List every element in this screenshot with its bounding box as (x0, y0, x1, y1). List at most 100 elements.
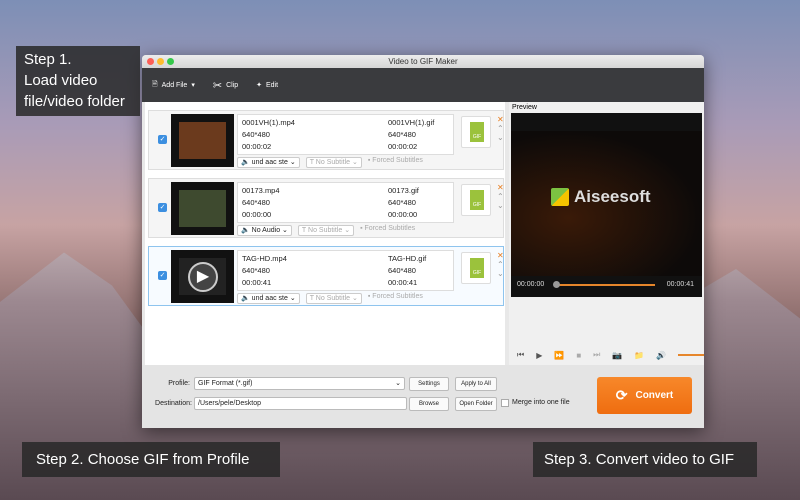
preview-label: Preview (512, 104, 537, 111)
edit-button[interactable]: ✦ Edit (256, 81, 279, 90)
snapshot-icon[interactable]: 📷 (612, 351, 622, 360)
brand-text: Aiseesoft (574, 187, 651, 206)
apply-to-all-button[interactable]: Apply to All (455, 377, 497, 391)
forced-subtitles-checkbox[interactable]: ▪ Forced Subtitles (368, 293, 423, 304)
aiseesoft-logo-icon (551, 188, 569, 206)
next-icon[interactable]: ⏭ (593, 350, 600, 360)
subtitle-select[interactable]: T No Subtitle ⌄ (297, 225, 355, 236)
seek-handle[interactable] (553, 281, 560, 288)
app-window: Video to GIF Maker 🗎 Add File ▾ ✂ Clip ✦ Edi… (142, 55, 704, 428)
scissors-icon: ✂ (212, 79, 223, 92)
file-info: 00173.mp4 640*480 00:00:00 00173.gif 640*48… (237, 182, 454, 223)
edit-label: Edit (266, 81, 279, 89)
merge-checkbox[interactable] (501, 399, 509, 407)
gif-file-icon: GIF (470, 190, 484, 210)
audio-track-value: und aac ste (251, 295, 288, 302)
file-info: 0001VH(1).mp4 640*480 00:00:02 0001VH(1).g… (237, 114, 454, 155)
window-title: Video to GIF Maker (388, 57, 458, 66)
file-row[interactable]: ✓ ▶ TAG-HD.mp4 640*480 00:00:41 TAG-HD.gif… (148, 246, 504, 306)
output-resolution: 640*480 (388, 198, 416, 207)
reorder-icon[interactable]: ⌃ ⌄ (497, 192, 504, 210)
output-name[interactable]: 00173.gif (388, 185, 419, 197)
playback-controls: ⏮ ▶ ⏩ ■ ⏭ 📷 📁 🔊 (517, 350, 704, 360)
forced-subtitles-label: Forced Subtitles (364, 225, 416, 232)
audio-track-select[interactable]: 🔈 und aac ste ⌄ (237, 157, 300, 168)
remove-file-icon[interactable]: ✕ ⌃ ⌄ (497, 115, 504, 142)
fast-forward-icon[interactable]: ⏩ (554, 351, 564, 360)
remove-file-icon[interactable]: ✕ ⌃ ⌄ (497, 251, 504, 278)
forced-subtitles-checkbox[interactable]: ▪ Forced Subtitles (368, 157, 423, 168)
title-bar: Video to GIF Maker (142, 55, 704, 68)
previous-icon[interactable]: ⏮ (517, 350, 524, 360)
stop-icon[interactable]: ■ (576, 351, 581, 360)
total-time: 00:00:41 (666, 281, 694, 288)
volume-slider[interactable] (678, 354, 704, 356)
merge-label: Merge into one file (512, 399, 570, 406)
settings-button[interactable]: Settings (409, 377, 449, 391)
destination-label: Destination: (155, 400, 192, 407)
file-row[interactable]: ✓ 00173.mp4 640*480 00:00:00 00173.gif 640*… (148, 178, 504, 238)
current-time: 00:00:00 (517, 281, 545, 288)
subtitle-select[interactable]: T No Subtitle ⌄ (305, 293, 362, 304)
chevron-down-icon: ⌄ (395, 380, 401, 387)
play-icon[interactable]: ▶ (536, 351, 542, 360)
step1-annotation: Step 1. Load video file/video folder (16, 46, 140, 116)
video-thumbnail: ▶ (171, 250, 234, 303)
output-format-button[interactable]: GIF (461, 252, 491, 284)
reorder-icon[interactable]: ⌃ ⌄ (497, 260, 504, 278)
zoom-window-button[interactable] (167, 58, 174, 65)
output-settings: Profile: GIF Format (*.gif) ⌄ Settings Ap… (142, 365, 704, 428)
output-resolution: 640*480 (388, 266, 416, 275)
file-checkbox[interactable]: ✓ (158, 203, 167, 212)
output-resolution: 640*480 (388, 130, 416, 139)
reorder-icon[interactable]: ⌃ ⌄ (497, 124, 504, 142)
forced-subtitles-label: Forced Subtitles (372, 293, 423, 300)
output-name[interactable]: TAG-HD.gif (388, 253, 426, 265)
open-folder-button[interactable]: Open Folder (455, 397, 497, 411)
audio-track-value: No Audio (251, 227, 281, 234)
add-file-icon: 🗎 (152, 80, 158, 88)
remove-file-icon[interactable]: ✕ ⌃ ⌄ (497, 183, 504, 210)
clip-button[interactable]: ✂ Clip (213, 79, 238, 92)
convert-refresh-icon: ⟳ (615, 387, 628, 403)
gif-file-icon: GIF (470, 258, 484, 278)
minimize-window-button[interactable] (157, 58, 164, 65)
preview-panel: Preview Aiseesoft 00:00:00 00:00:41 ⏮ ▶ ⏩ ■… (509, 102, 704, 365)
output-name[interactable]: 0001VH(1).gif (388, 117, 434, 129)
destination-input[interactable]: /Users/pele/Desktop (194, 397, 407, 410)
profile-select[interactable]: GIF Format (*.gif) ⌄ (194, 377, 405, 390)
close-window-button[interactable] (147, 58, 154, 65)
clip-label: Clip (226, 81, 239, 89)
gif-file-icon: GIF (470, 122, 484, 142)
audio-track-value: und aac ste (251, 159, 288, 166)
file-list: ✓ 0001VH(1).mp4 640*480 00:00:02 0001VH(1)… (145, 102, 505, 365)
forced-subtitles-checkbox[interactable]: ▪ Forced Subtitles (360, 225, 415, 236)
add-file-label: Add File (161, 81, 188, 89)
output-duration: 00:00:02 (388, 142, 418, 151)
volume-icon[interactable]: 🔊 (656, 351, 666, 360)
add-file-button[interactable]: 🗎 Add File ▾ (152, 80, 195, 91)
output-duration: 00:00:41 (388, 278, 418, 287)
subtitle-select[interactable]: T No Subtitle ⌄ (305, 157, 362, 168)
file-row[interactable]: ✓ 0001VH(1).mp4 640*480 00:00:02 0001VH(1)… (148, 110, 504, 170)
audio-track-select[interactable]: 🔈 No Audio ⌄ (237, 225, 292, 236)
play-icon[interactable]: ▶ (188, 262, 218, 292)
convert-button[interactable]: ⟳ Convert (597, 377, 692, 414)
video-screen: Aiseesoft (511, 131, 702, 276)
file-checkbox[interactable]: ✓ (158, 271, 167, 280)
step3-annotation: Step 3. Convert video to GIF (533, 442, 757, 477)
seek-track[interactable] (555, 284, 655, 286)
convert-label: Convert (635, 390, 674, 401)
output-format-button[interactable]: GIF (461, 184, 491, 216)
subtitle-value: No Subtitle (308, 227, 343, 234)
browse-button[interactable]: Browse (409, 397, 449, 411)
video-thumbnail (171, 182, 234, 235)
toolbar: 🗎 Add File ▾ ✂ Clip ✦ Edit (142, 68, 704, 102)
file-checkbox[interactable]: ✓ (158, 135, 167, 144)
audio-track-select[interactable]: 🔈 und aac ste ⌄ (237, 293, 300, 304)
folder-icon[interactable]: 📁 (634, 351, 644, 360)
subtitle-value: No Subtitle (315, 295, 351, 302)
chevron-down-icon[interactable]: ▾ (191, 81, 195, 89)
output-format-button[interactable]: GIF (461, 116, 491, 148)
video-player: Aiseesoft 00:00:00 00:00:41 (511, 113, 702, 297)
